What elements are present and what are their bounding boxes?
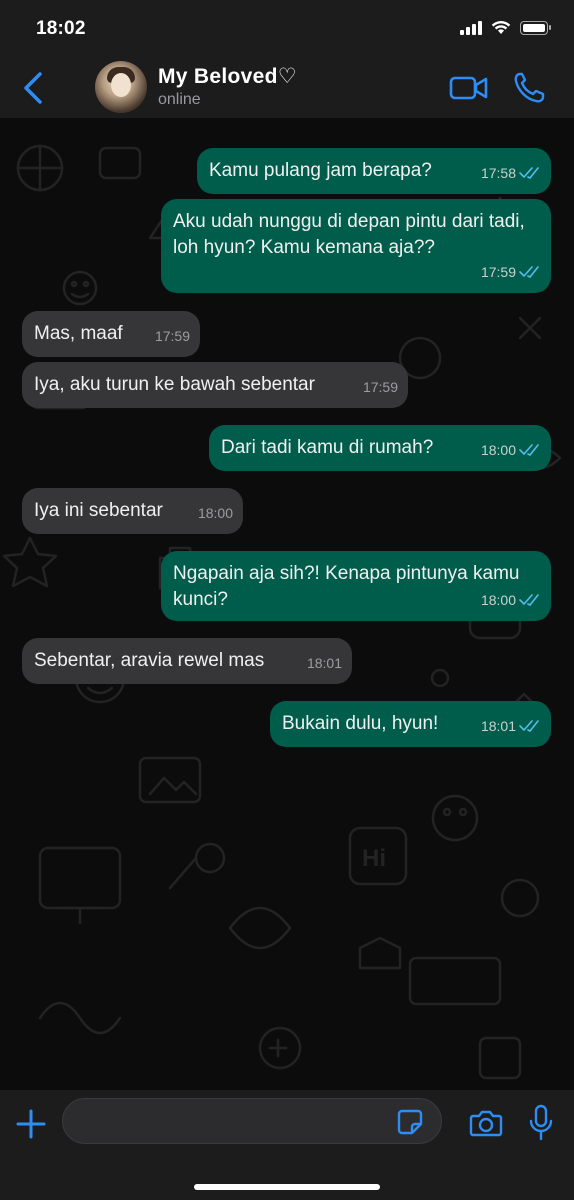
message-input[interactable] (62, 1098, 442, 1144)
message-text: Sebentar, aravia rewel mas (34, 650, 265, 671)
avatar[interactable] (95, 61, 147, 113)
read-ticks-icon (519, 594, 539, 606)
contact-status: online (158, 91, 201, 108)
battery-icon (520, 20, 551, 35)
message-text: Iya, aku turun ke bawah sebentar (34, 374, 315, 395)
signal-icon (460, 20, 482, 35)
message-time: 18:01 (306, 655, 342, 671)
message-meta: 17:58 (481, 160, 541, 186)
message-bubble-incoming[interactable]: Iya ini sebentar 18:00 (22, 488, 243, 534)
message-bubble-outgoing[interactable]: Dari tadi kamu di rumah? 18:00 (209, 425, 551, 471)
message-time: 18:00 (480, 442, 516, 458)
composer-bar (0, 1090, 574, 1200)
sticker-icon[interactable] (396, 1108, 424, 1136)
status-bar: 18:02 (0, 0, 574, 58)
message-bubble-outgoing[interactable]: Aku udah nunggu di depan pintu dari tadi… (161, 199, 551, 293)
call-icon[interactable] (512, 71, 546, 105)
message-bubble-outgoing[interactable]: Ngapain aja sih?! Kenapa pintunya kamu k… (161, 551, 551, 621)
chat-area[interactable]: Hi Kamu pulang jam berapa? 17:58 Aku uda… (0, 118, 574, 1090)
message-time: 17:59 (154, 328, 190, 344)
message-text: Kamu pulang jam berapa? (209, 160, 432, 181)
message-meta: 17:59 (481, 259, 541, 285)
mic-icon[interactable] (528, 1104, 554, 1142)
contact-name[interactable]: My Beloved♡ (158, 64, 297, 89)
message-meta: 18:01 (307, 650, 342, 676)
message-meta: 18:00 (481, 437, 541, 463)
chat-header: My Beloved♡ online (0, 58, 574, 118)
message-text: Iya ini sebentar (34, 500, 163, 521)
message-time: 17:59 (362, 379, 398, 395)
message-meta: 17:59 (155, 323, 190, 349)
svg-text:Hi: Hi (362, 845, 386, 872)
message-time: 18:00 (480, 592, 516, 608)
video-icon[interactable] (449, 73, 489, 103)
read-ticks-icon (519, 720, 539, 732)
message-bubble-incoming[interactable]: Sebentar, aravia rewel mas 18:01 (22, 638, 352, 684)
wifi-icon (491, 20, 511, 34)
message-text: Bukain dulu, hyun! (282, 713, 439, 734)
plus-icon[interactable] (15, 1108, 47, 1140)
home-indicator (194, 1184, 380, 1190)
message-meta: 18:01 (481, 713, 541, 739)
status-time: 18:02 (36, 18, 86, 39)
message-meta: 17:59 (363, 374, 398, 400)
message-text: Aku udah nunggu di depan pintu dari tadi… (173, 211, 525, 258)
message-text: Mas, maaf (34, 323, 123, 344)
message-time: 18:00 (197, 505, 233, 521)
message-bubble-outgoing[interactable]: Kamu pulang jam berapa? 17:58 (197, 148, 551, 194)
back-icon[interactable] (18, 70, 48, 106)
read-ticks-icon (519, 444, 539, 456)
message-time: 17:58 (480, 165, 516, 181)
message-bubble-outgoing[interactable]: Bukain dulu, hyun! 18:01 (270, 701, 551, 747)
message-meta: 18:00 (198, 500, 233, 526)
status-icons (460, 20, 551, 35)
message-time: 17:59 (480, 264, 516, 280)
read-ticks-icon (519, 167, 539, 179)
camera-icon[interactable] (469, 1108, 503, 1138)
message-text: Ngapain aja sih?! Kenapa pintunya kamu k… (173, 563, 520, 610)
message-bubble-incoming[interactable]: Mas, maaf 17:59 (22, 311, 200, 357)
message-bubble-incoming[interactable]: Iya, aku turun ke bawah sebentar 17:59 (22, 362, 408, 408)
message-meta: 18:00 (481, 587, 541, 613)
message-text: Dari tadi kamu di rumah? (221, 437, 434, 458)
read-ticks-icon (519, 266, 539, 278)
message-time: 18:01 (480, 718, 516, 734)
